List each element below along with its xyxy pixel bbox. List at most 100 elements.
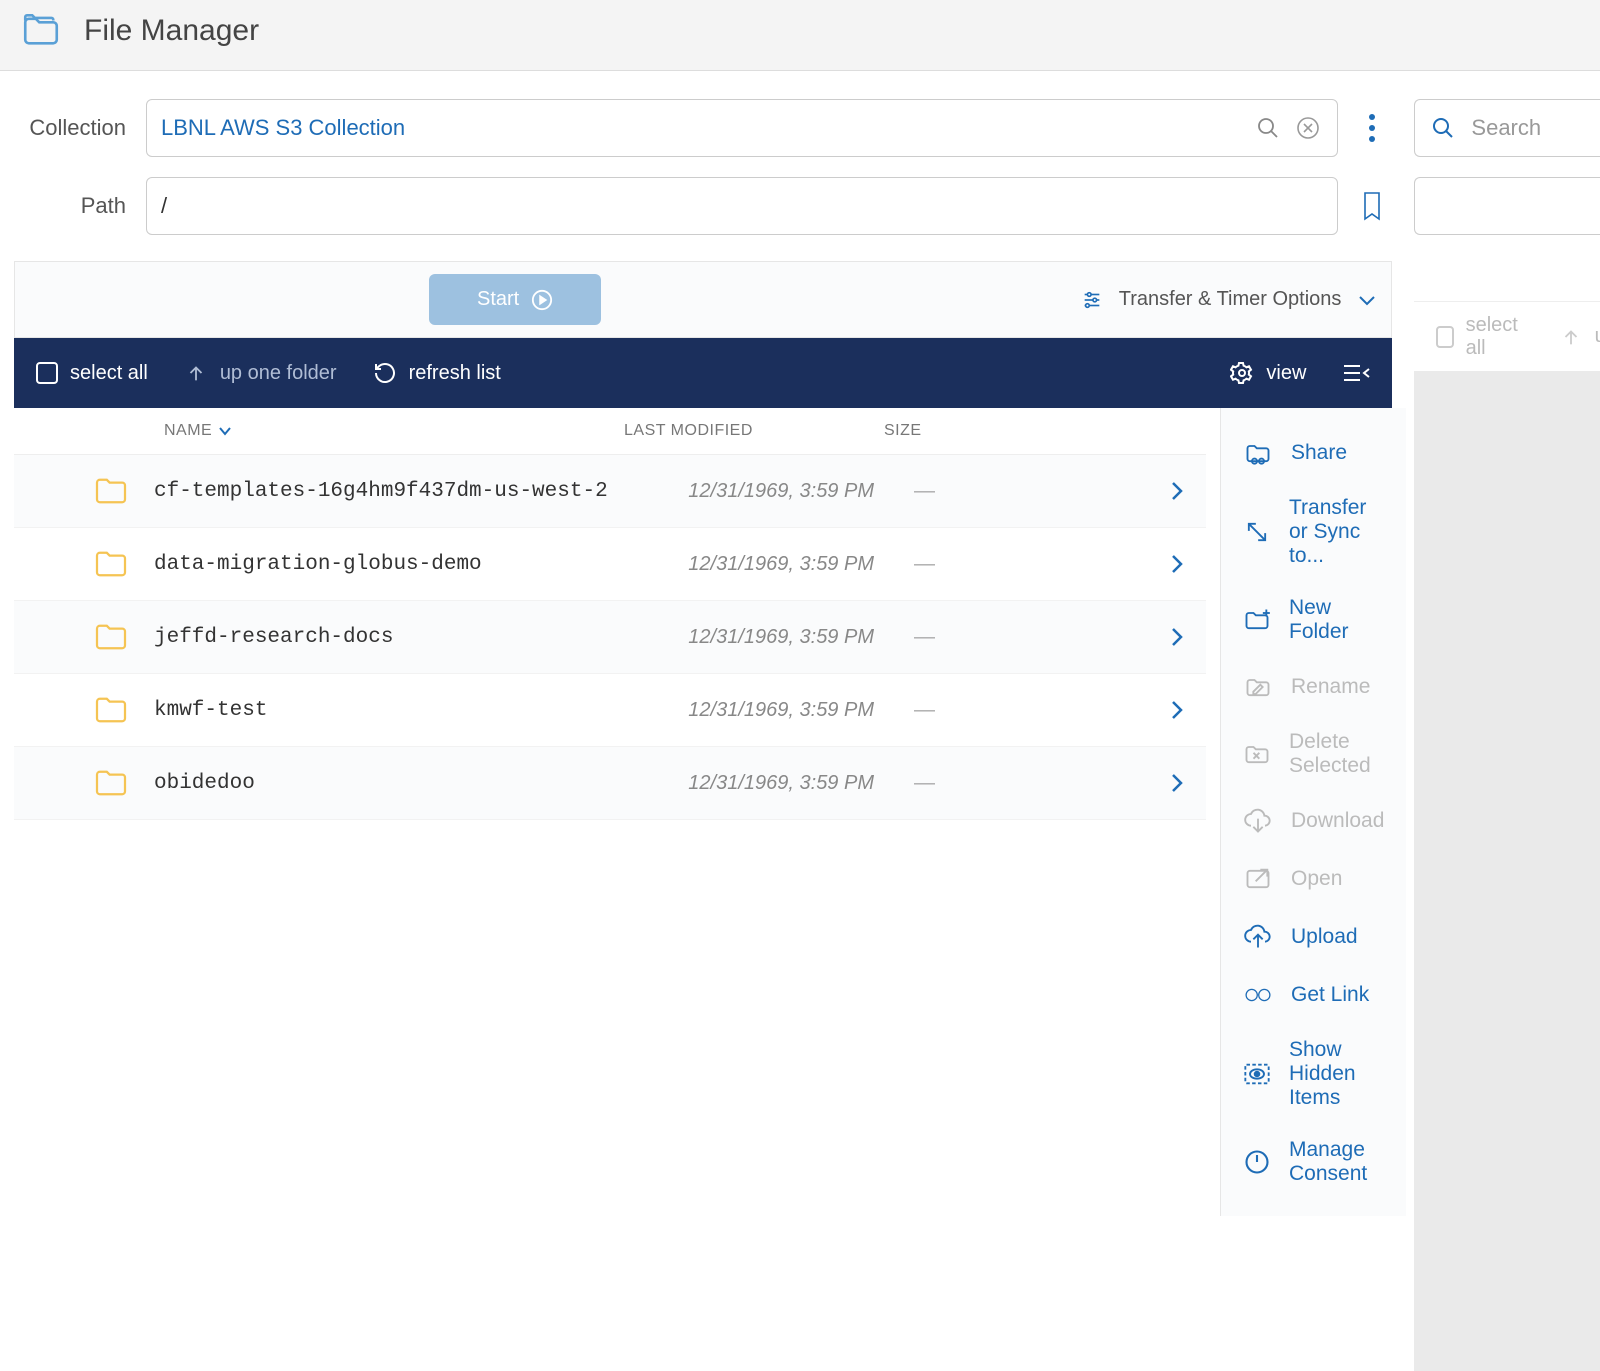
col-header-modified[interactable]: LAST MODIFIED: [624, 422, 884, 440]
sliders-icon: [1081, 289, 1103, 311]
folder-icon: [94, 769, 130, 797]
collapse-icon: [1342, 362, 1370, 384]
file-name: obidedoo: [154, 772, 654, 795]
file-manager-icon: [20, 10, 62, 52]
up-arrow-icon: [184, 361, 208, 385]
file-row[interactable]: cf-templates-16g4hm9f437dm-us-west-2 12/…: [14, 455, 1206, 528]
action-rename: Rename: [1233, 658, 1394, 716]
collection-input[interactable]: [161, 115, 1243, 141]
download-icon: [1243, 806, 1273, 836]
file-row[interactable]: kmwf-test 12/31/1969, 3:59 PM —: [14, 674, 1206, 747]
collection-label: Collection: [14, 115, 146, 141]
gear-icon: [1230, 361, 1254, 385]
action-download: Download: [1233, 792, 1394, 850]
expand-chevron-icon[interactable]: [1170, 480, 1184, 502]
folder-icon: [94, 477, 130, 505]
up-arrow-icon: [1559, 325, 1583, 349]
collection-input-box[interactable]: [146, 99, 1338, 157]
right-select-all-checkbox[interactable]: [1436, 326, 1453, 348]
action-link[interactable]: Get Link: [1233, 966, 1394, 1024]
file-row[interactable]: obidedoo 12/31/1969, 3:59 PM —: [14, 747, 1206, 820]
folder-icon: [94, 623, 130, 651]
search-placeholder: Search: [1471, 115, 1541, 141]
action-power[interactable]: Manage Consent: [1233, 1124, 1394, 1200]
right-list-toolbar: select all up one folder: [1414, 301, 1600, 371]
sort-chevron-icon: [218, 426, 232, 436]
delete-icon: [1243, 739, 1271, 769]
col-header-size[interactable]: SIZE: [884, 422, 1024, 440]
path-input-box[interactable]: [146, 177, 1338, 235]
action-sync[interactable]: Transfer or Sync to...: [1233, 482, 1394, 582]
column-headers: NAME LAST MODIFIED SIZE: [14, 408, 1206, 455]
action-label: Download: [1291, 809, 1384, 833]
open-icon: [1243, 864, 1273, 894]
right-select-all[interactable]: select all: [1436, 314, 1522, 360]
file-modified: 12/31/1969, 3:59 PM: [654, 553, 914, 576]
file-name: kmwf-test: [154, 699, 654, 722]
action-label: Open: [1291, 867, 1342, 891]
kebab-menu-icon[interactable]: [1352, 99, 1392, 157]
start-label: Start: [477, 288, 519, 311]
file-name: cf-templates-16g4hm9f437dm-us-west-2: [154, 480, 654, 503]
folder-icon: [94, 550, 130, 578]
action-bar: Start Transfer & Timer Options: [14, 261, 1392, 338]
files-column: NAME LAST MODIFIED SIZE cf-templates-16g…: [0, 408, 1220, 1216]
action-label: Delete Selected: [1289, 730, 1384, 778]
file-modified: 12/31/1969, 3:59 PM: [654, 626, 914, 649]
file-row[interactable]: jeffd-research-docs 12/31/1969, 3:59 PM …: [14, 601, 1206, 674]
file-size: —: [914, 479, 1054, 503]
up-folder-button[interactable]: up one folder: [184, 361, 337, 385]
upload-icon: [1243, 922, 1273, 952]
folder-icon: [94, 696, 130, 724]
action-share[interactable]: Share: [1233, 424, 1394, 482]
search-icon: [1431, 116, 1455, 140]
newfolder-icon: [1243, 605, 1271, 635]
action-open: Open: [1233, 850, 1394, 908]
select-all-checkbox[interactable]: [36, 362, 58, 384]
select-all-control[interactable]: select all: [36, 362, 148, 385]
file-name: data-migration-globus-demo: [154, 553, 654, 576]
view-settings[interactable]: view: [1230, 361, 1306, 385]
options-label: Transfer & Timer Options: [1119, 288, 1342, 311]
action-label: Transfer or Sync to...: [1289, 496, 1384, 568]
file-name: jeffd-research-docs: [154, 626, 654, 649]
file-size: —: [914, 552, 1054, 576]
right-up-folder[interactable]: up one folder: [1559, 325, 1600, 349]
expand-chevron-icon[interactable]: [1170, 553, 1184, 575]
right-path-input[interactable]: [1414, 177, 1600, 235]
action-label: Share: [1291, 441, 1347, 465]
start-button[interactable]: Start: [429, 274, 601, 325]
app-header: File Manager: [0, 0, 1600, 71]
expand-chevron-icon[interactable]: [1170, 699, 1184, 721]
refresh-button[interactable]: refresh list: [373, 361, 501, 385]
action-label: Show Hidden Items: [1289, 1038, 1384, 1110]
expand-chevron-icon[interactable]: [1170, 626, 1184, 648]
action-label: Get Link: [1291, 983, 1369, 1007]
file-row[interactable]: data-migration-globus-demo 12/31/1969, 3…: [14, 528, 1206, 601]
right-empty-area: [1414, 371, 1600, 1371]
path-row: Path: [14, 177, 1392, 235]
action-eye[interactable]: Show Hidden Items: [1233, 1024, 1394, 1124]
sync-icon: [1243, 517, 1271, 547]
page-title: File Manager: [84, 14, 259, 48]
action-delete: Delete Selected: [1233, 716, 1394, 792]
collection-row: Collection: [14, 99, 1392, 157]
file-list: cf-templates-16g4hm9f437dm-us-west-2 12/…: [14, 455, 1206, 820]
right-panel: Search select all up one folder: [1406, 71, 1600, 1371]
list-toolbar: select all up one folder refresh list vi: [14, 338, 1392, 408]
search-icon[interactable]: [1253, 113, 1283, 143]
file-modified: 12/31/1969, 3:59 PM: [654, 772, 914, 795]
file-modified: 12/31/1969, 3:59 PM: [654, 480, 914, 503]
bookmark-icon[interactable]: [1352, 177, 1392, 235]
share-icon: [1243, 438, 1273, 468]
right-search-input[interactable]: Search: [1414, 99, 1600, 157]
transfer-options[interactable]: Transfer & Timer Options: [1081, 288, 1378, 311]
action-upload[interactable]: Upload: [1233, 908, 1394, 966]
clear-icon[interactable]: [1293, 113, 1323, 143]
path-input[interactable]: [161, 193, 1323, 219]
col-header-name[interactable]: NAME: [164, 422, 624, 440]
expand-chevron-icon[interactable]: [1170, 772, 1184, 794]
collapse-panel-button[interactable]: [1342, 362, 1370, 384]
action-label: Rename: [1291, 675, 1370, 699]
action-newfolder[interactable]: New Folder: [1233, 582, 1394, 658]
